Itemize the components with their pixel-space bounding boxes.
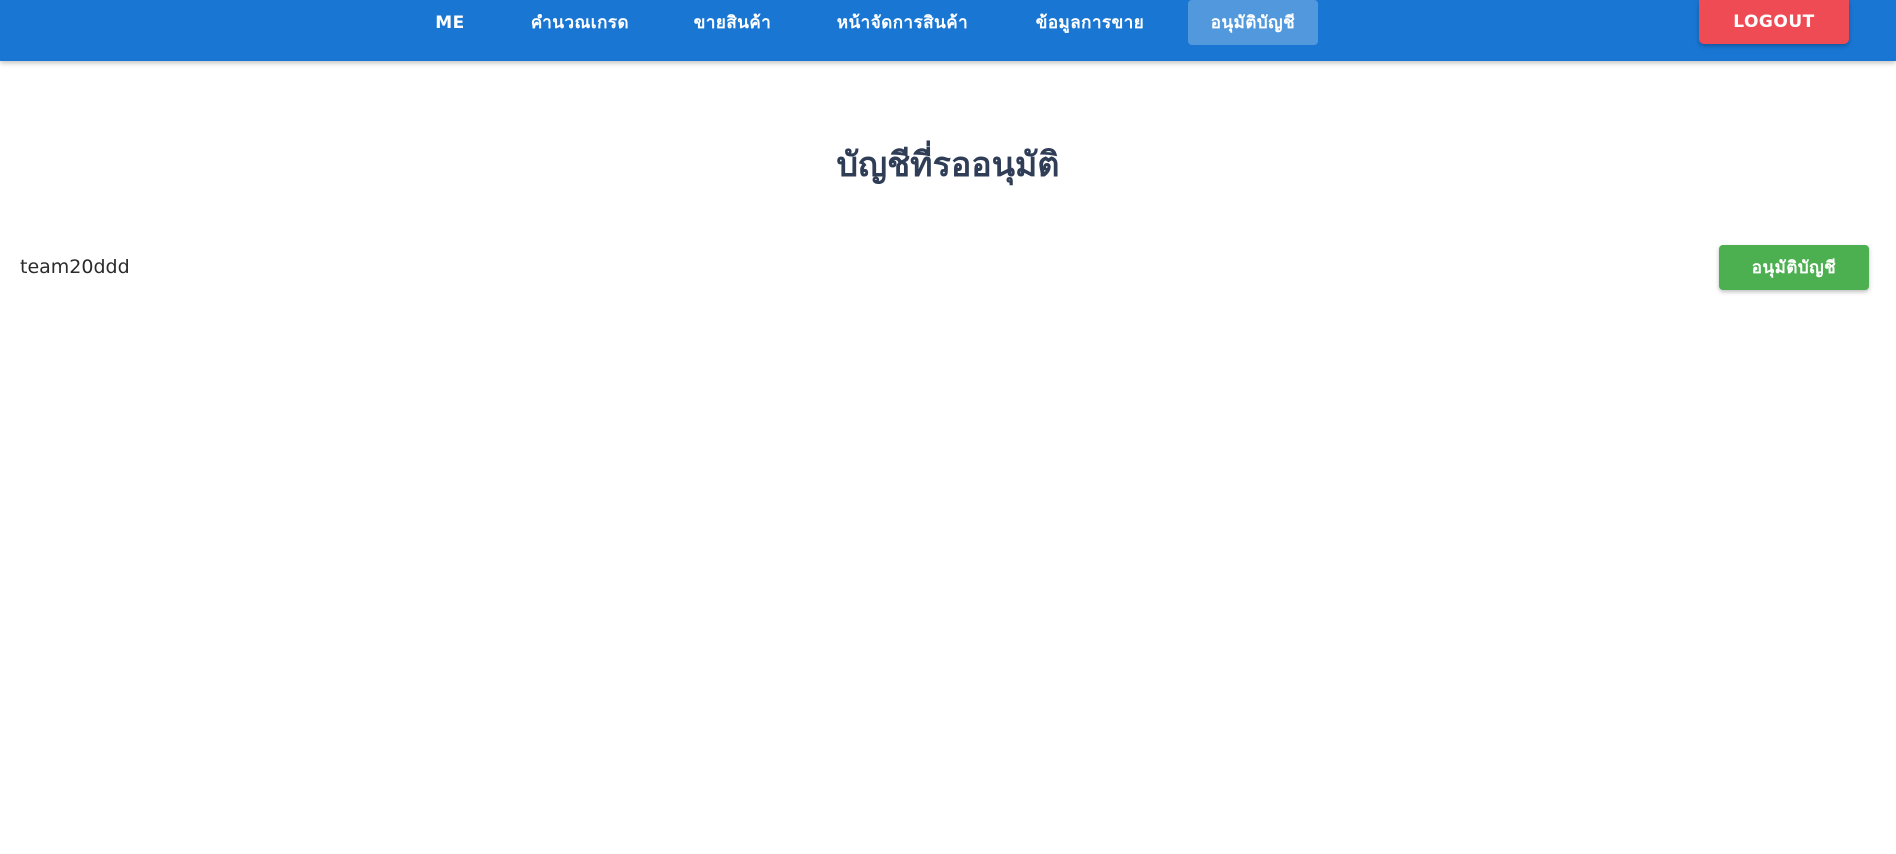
account-username: team20ddd (20, 256, 130, 278)
logout-button[interactable]: LOGOUT (1699, 0, 1849, 44)
top-app-bar: ME คำนวณเกรด ขายสินค้า หน้าจัดการสินค้า … (0, 0, 1896, 61)
nav-item-me[interactable]: ME (415, 0, 485, 45)
nav-item-product-management[interactable]: หน้าจัดการสินค้า (820, 0, 985, 45)
nav-item-approve-accounts[interactable]: อนุมัติบัญชี (1188, 0, 1318, 45)
nav-item-sell-products[interactable]: ขายสินค้า (675, 0, 790, 45)
approve-account-button[interactable]: อนุมัติบัญชี (1719, 245, 1869, 290)
nav-item-grade-calculator[interactable]: คำนวณเกรด (515, 0, 645, 45)
nav-item-sales-data[interactable]: ข้อมูลการขาย (1015, 0, 1165, 45)
page-title: บัญชีที่รออนุมัติ (836, 145, 1060, 185)
pending-account-row: team20ddd อนุมัติบัญชี (0, 243, 1896, 291)
